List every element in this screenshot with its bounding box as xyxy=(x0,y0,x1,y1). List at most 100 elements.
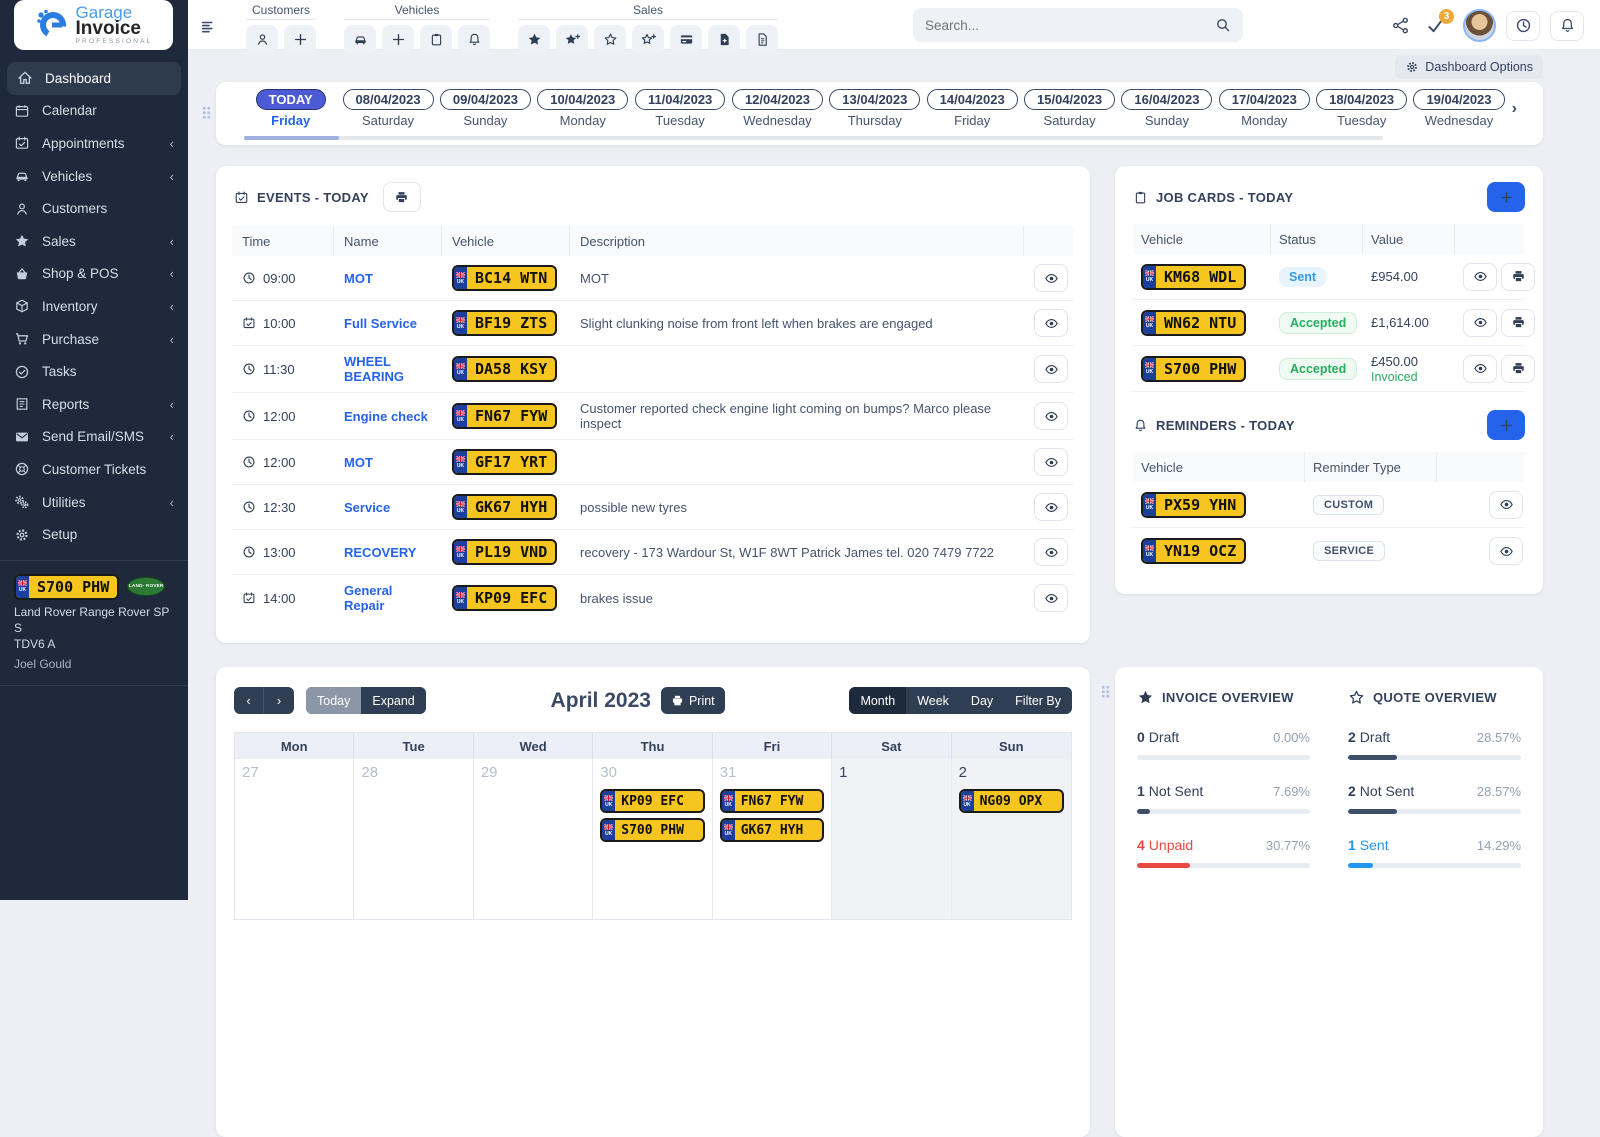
view-event-button[interactable] xyxy=(1034,355,1068,383)
print-job-card-button[interactable] xyxy=(1501,262,1535,291)
license-plate[interactable]: UK GF17 YRT xyxy=(452,449,558,475)
calendar-today-button[interactable]: Today xyxy=(306,687,362,714)
sidebar-item-purchase[interactable]: Purchase ‹ xyxy=(0,323,188,356)
view-event-button[interactable] xyxy=(1034,584,1068,612)
add-quote-button[interactable] xyxy=(632,25,664,53)
sidebar-item-dashboard[interactable]: Dashboard xyxy=(7,62,181,95)
view-job-card-button[interactable] xyxy=(1463,308,1497,337)
license-plate[interactable]: UK BC14 WTN xyxy=(452,265,558,291)
license-plate[interactable]: UK YN19 OCZ xyxy=(1141,538,1247,564)
vehicles-button[interactable] xyxy=(344,25,376,53)
calendar-cell[interactable]: 30 UK KP09 EFC UK S700 PHW xyxy=(593,759,713,919)
job-card-button[interactable] xyxy=(420,25,452,53)
sidebar-vehicle-card[interactable]: UK S700 PHW LAND- ROVER Land Rover Range … xyxy=(0,559,188,686)
calendar-cell[interactable]: 2 UK NG09 OPX xyxy=(951,759,1071,919)
add-invoice-button[interactable] xyxy=(556,25,588,53)
calendar-print-button[interactable]: Print xyxy=(660,687,725,714)
calendar-expand-button[interactable]: Expand xyxy=(361,687,425,714)
license-plate[interactable]: UK GK67 HYH xyxy=(452,494,558,520)
calendar-event-plate[interactable]: UK NG09 OPX xyxy=(958,789,1064,813)
date-item-today[interactable]: TODAY Friday xyxy=(242,89,339,128)
license-plate[interactable]: UK BF19 ZTS xyxy=(452,310,558,336)
date-item[interactable]: 17/04/2023 Monday xyxy=(1216,89,1313,128)
payments-button[interactable] xyxy=(670,25,702,53)
view-reminder-button[interactable] xyxy=(1489,490,1523,519)
date-item[interactable]: 09/04/2023 Sunday xyxy=(437,89,534,128)
view-week-button[interactable]: Week xyxy=(906,687,960,714)
search-input[interactable] xyxy=(925,17,1215,33)
date-item[interactable]: 08/04/2023 Saturday xyxy=(339,89,436,128)
print-job-card-button[interactable] xyxy=(1501,308,1535,337)
brand-logo[interactable]: Garage Invoice PROFESSIONAL xyxy=(14,0,173,50)
view-filter-button[interactable]: Filter By xyxy=(1004,687,1072,714)
event-name-link[interactable]: RECOVERY xyxy=(334,545,442,560)
customers-button[interactable] xyxy=(246,25,278,53)
sidebar-item-vehicles[interactable]: Vehicles ‹ xyxy=(0,160,188,193)
calendar-prev-button[interactable]: ‹ xyxy=(234,687,264,714)
search-icon[interactable] xyxy=(1215,17,1231,33)
quotes-button[interactable] xyxy=(594,25,626,53)
sidebar-item-sales[interactable]: Sales ‹ xyxy=(0,225,188,258)
date-item[interactable]: 16/04/2023 Sunday xyxy=(1118,89,1215,128)
sidebar-item-tasks[interactable]: Tasks xyxy=(0,355,188,388)
event-name-link[interactable]: General Repair xyxy=(334,583,442,613)
license-plate[interactable]: UK DA58 KSY xyxy=(452,356,558,382)
dashboard-options-button[interactable]: Dashboard Options xyxy=(1395,55,1543,79)
menu-toggle-icon[interactable] xyxy=(200,18,218,36)
avatar[interactable] xyxy=(1463,9,1496,42)
license-plate[interactable]: UK FN67 FYW xyxy=(452,403,558,429)
add-job-card-button[interactable] xyxy=(1487,182,1525,212)
history-button[interactable] xyxy=(1506,10,1540,41)
view-reminder-button[interactable] xyxy=(1489,537,1523,565)
license-plate[interactable]: UK KP09 EFC xyxy=(452,585,558,611)
calendar-cell[interactable]: 31 UK FN67 FYW UK GK67 HYH xyxy=(712,759,833,919)
view-job-card-button[interactable] xyxy=(1463,354,1497,383)
vehicle-reminder-button[interactable] xyxy=(458,25,490,53)
license-plate[interactable]: UK PX59 YHN xyxy=(1141,491,1247,518)
calendar-next-button[interactable]: › xyxy=(264,687,294,714)
event-name-link[interactable]: Service xyxy=(334,500,442,515)
date-item[interactable]: 12/04/2023 Wednesday xyxy=(729,89,826,128)
view-event-button[interactable] xyxy=(1034,402,1068,430)
view-event-button[interactable] xyxy=(1034,309,1068,337)
add-reminder-button[interactable] xyxy=(1487,410,1525,440)
calendar-event-plate[interactable]: UK KP09 EFC xyxy=(600,789,705,813)
license-plate[interactable]: UK WN62 NTU xyxy=(1141,309,1247,336)
license-plate[interactable]: UK PL19 VND xyxy=(452,539,558,565)
approvals-icon[interactable]: 3 xyxy=(1426,9,1454,35)
sidebar-item-calendar[interactable]: Calendar xyxy=(0,95,188,128)
date-item[interactable]: 13/04/2023 Thursday xyxy=(826,89,923,128)
drag-handle[interactable] xyxy=(1101,685,1110,698)
dates-next-chevron[interactable]: › xyxy=(1512,100,1517,118)
calendar-event-plate[interactable]: UK S700 PHW xyxy=(600,818,705,842)
calendar-cell[interactable]: 1 xyxy=(832,759,952,919)
sidebar-item-customer-tickets[interactable]: Customer Tickets xyxy=(0,453,188,486)
dates-scrollbar[interactable] xyxy=(244,136,1383,140)
sidebar-item-shop-pos[interactable]: Shop & POS ‹ xyxy=(0,258,188,291)
event-name-link[interactable]: WHEEL BEARING xyxy=(334,354,442,384)
share-icon[interactable] xyxy=(1391,16,1410,35)
view-day-button[interactable]: Day xyxy=(960,687,1004,714)
event-name-link[interactable]: Full Service xyxy=(334,316,442,331)
view-event-button[interactable] xyxy=(1034,448,1068,476)
sidebar-item-customers[interactable]: Customers xyxy=(0,192,188,225)
add-vehicle-button[interactable] xyxy=(382,25,414,53)
event-name-link[interactable]: Engine check xyxy=(334,409,442,424)
sidebar-item-send-email-sms[interactable]: Send Email/SMS ‹ xyxy=(0,421,188,454)
event-name-link[interactable]: MOT xyxy=(334,455,442,470)
search-box[interactable] xyxy=(913,8,1243,42)
date-item[interactable]: 19/04/2023 Wednesday xyxy=(1410,89,1507,128)
view-month-button[interactable]: Month xyxy=(849,687,907,714)
date-item[interactable]: 11/04/2023 Tuesday xyxy=(631,89,728,128)
date-item[interactable]: 14/04/2023 Friday xyxy=(924,89,1021,128)
new-document-button[interactable] xyxy=(708,25,740,53)
invoices-button[interactable] xyxy=(518,25,550,53)
sidebar-item-utilities[interactable]: Utilities ‹ xyxy=(0,486,188,519)
date-item[interactable]: 18/04/2023 Tuesday xyxy=(1313,89,1410,128)
calendar-event-plate[interactable]: UK GK67 HYH xyxy=(719,818,825,842)
date-item[interactable]: 15/04/2023 Saturday xyxy=(1021,89,1118,128)
view-job-card-button[interactable] xyxy=(1463,262,1497,291)
view-event-button[interactable] xyxy=(1034,538,1068,566)
calendar-cell[interactable]: 28 xyxy=(354,759,474,919)
notifications-button[interactable] xyxy=(1550,10,1584,41)
